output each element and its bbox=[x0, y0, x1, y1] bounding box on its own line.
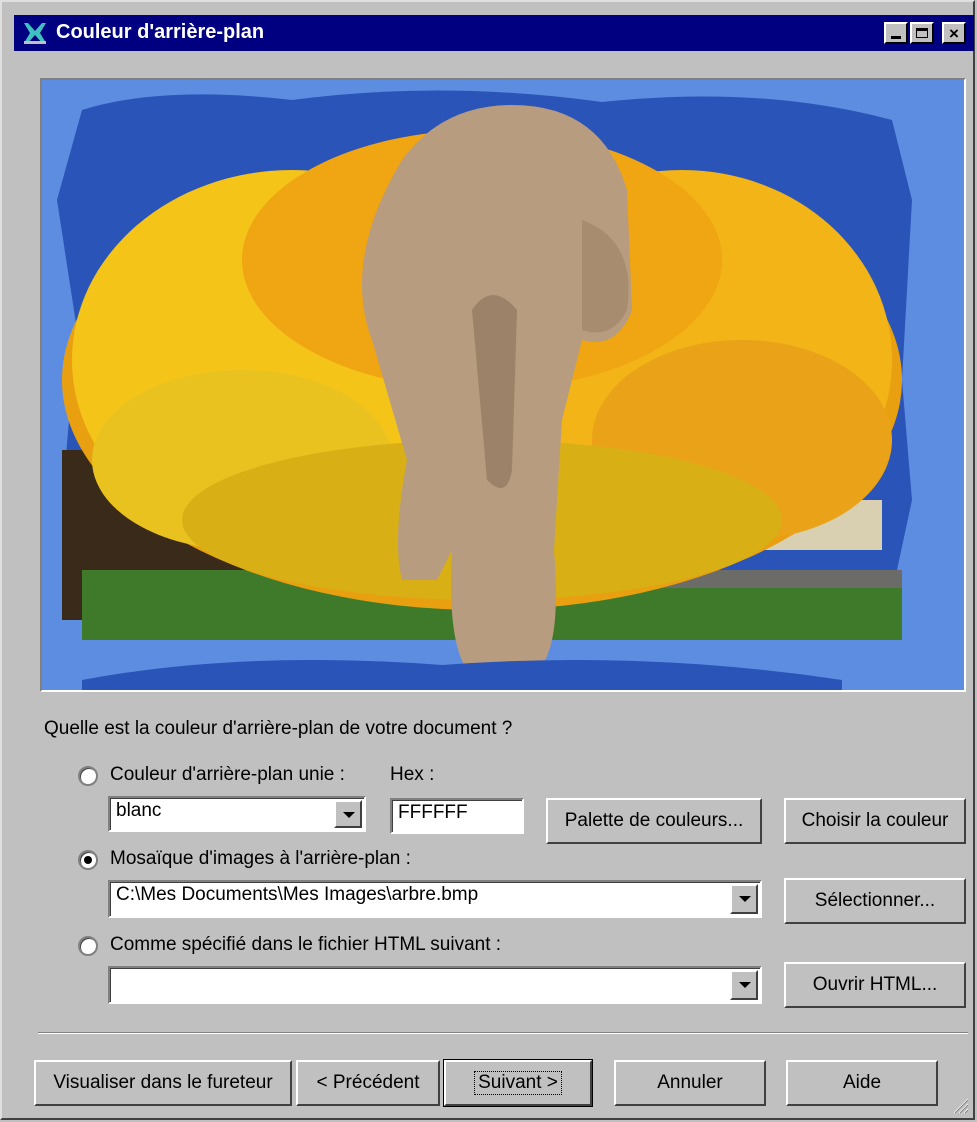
chevron-down-icon[interactable] bbox=[730, 970, 758, 1000]
color-palette-button-label: Palette de couleurs... bbox=[564, 810, 744, 831]
color-name-select[interactable]: blanc bbox=[108, 796, 366, 832]
color-name-value: blanc bbox=[116, 800, 162, 821]
tiled-image-radio[interactable] bbox=[78, 850, 98, 870]
cancel-button[interactable]: Annuler bbox=[614, 1060, 766, 1106]
tiled-image-label[interactable]: Mosaïque d'images à l'arrière-plan : bbox=[110, 848, 411, 870]
close-button[interactable]: × bbox=[942, 22, 966, 44]
choose-color-button[interactable]: Choisir la couleur bbox=[784, 798, 966, 844]
solid-color-label[interactable]: Couleur d'arrière-plan unie : bbox=[110, 764, 345, 786]
image-path-value: C:\Mes Documents\Mes Images\arbre.bmp bbox=[116, 884, 479, 905]
choose-color-button-label: Choisir la couleur bbox=[801, 810, 949, 831]
chevron-down-icon[interactable] bbox=[730, 884, 758, 914]
color-palette-button[interactable]: Palette de couleurs... bbox=[546, 798, 762, 844]
maximize-icon bbox=[916, 28, 928, 38]
select-image-button-label: Sélectionner... bbox=[814, 890, 936, 911]
hex-input[interactable]: FFFFFF bbox=[390, 798, 524, 834]
html-file-radio[interactable] bbox=[78, 936, 98, 956]
image-path-combobox[interactable]: C:\Mes Documents\Mes Images\arbre.bmp bbox=[108, 880, 762, 918]
back-button[interactable]: < Précédent bbox=[296, 1060, 440, 1106]
dialog-window: Couleur d'arrière-plan × Quelle est la c… bbox=[0, 0, 975, 1120]
close-icon: × bbox=[949, 23, 959, 43]
preview-in-browser-button[interactable]: Visualiser dans le fureteur bbox=[34, 1060, 292, 1106]
question-label: Quelle est la couleur d'arrière-plan de … bbox=[44, 718, 513, 739]
minimize-button[interactable] bbox=[884, 22, 908, 44]
html-file-label[interactable]: Comme spécifié dans le fichier HTML suiv… bbox=[110, 934, 501, 956]
select-image-button[interactable]: Sélectionner... bbox=[784, 878, 966, 924]
help-button-label: Aide bbox=[842, 1072, 882, 1093]
cancel-button-label: Annuler bbox=[657, 1072, 723, 1093]
resize-grip-icon[interactable] bbox=[951, 1096, 969, 1114]
hex-label: Hex : bbox=[390, 764, 435, 785]
separator bbox=[38, 1032, 968, 1034]
title-bar[interactable]: Couleur d'arrière-plan × bbox=[14, 15, 974, 51]
next-button[interactable]: Suivant > bbox=[443, 1059, 593, 1107]
window-title: Couleur d'arrière-plan bbox=[56, 21, 265, 43]
back-button-label: < Précédent bbox=[316, 1072, 420, 1093]
open-html-button[interactable]: Ouvrir HTML... bbox=[784, 962, 966, 1008]
background-preview-image bbox=[40, 78, 966, 692]
open-html-button-label: Ouvrir HTML... bbox=[812, 974, 938, 995]
help-button[interactable]: Aide bbox=[786, 1060, 938, 1106]
maximize-button[interactable] bbox=[910, 22, 934, 44]
html-path-combobox[interactable] bbox=[108, 966, 762, 1004]
preview-in-browser-label: Visualiser dans le fureteur bbox=[53, 1072, 273, 1093]
minimize-icon bbox=[891, 35, 901, 39]
app-icon bbox=[22, 21, 48, 45]
chevron-down-icon[interactable] bbox=[334, 800, 362, 828]
hex-value: FFFFFF bbox=[398, 802, 468, 823]
solid-color-radio[interactable] bbox=[78, 766, 98, 786]
next-button-label: Suivant > bbox=[474, 1071, 562, 1095]
